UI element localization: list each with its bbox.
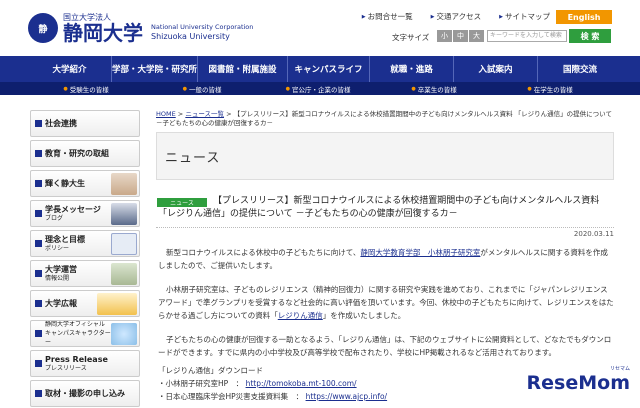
font-size-label: 文字サイズ [392, 33, 430, 42]
logo-emblem: 静 [28, 13, 58, 43]
breadcrumb-home[interactable]: HOME [156, 110, 176, 118]
sidebar-item-label: Press Release [45, 354, 108, 364]
breadcrumb-separator: > [175, 110, 186, 118]
nav-item-library[interactable]: 図書館・附属施設 [198, 56, 288, 82]
bullet-icon [35, 210, 42, 217]
audience-alumni[interactable]: 卒業生の皆様 [376, 82, 492, 95]
site-header: 静 国立大学法人 静岡大学 National University Corpor… [0, 0, 640, 52]
sidebar-item-label: 輝く静大生 [45, 179, 85, 188]
ajcp-url-link[interactable]: https://www.ajcp.info/ [306, 392, 388, 401]
divider [156, 227, 614, 228]
sidebar-item-education[interactable]: 教育・研究の取組 [30, 140, 140, 167]
watermark-sub: リセマム [609, 366, 630, 372]
lab-url-link[interactable]: http://tomokoba.mt-100.com/ [246, 379, 357, 388]
sidebar-item-sublabel: プレスリリース [45, 364, 87, 372]
paragraph-text: 」を作成いたしました。 [322, 311, 406, 320]
article-paragraph-1: 新型コロナウイルスによる休校中の子どもたちに向けて、静岡大学教育学部 小林朋子研… [158, 246, 614, 272]
sidebar-item-disclosure[interactable]: 大学運営 情報公開 [30, 260, 140, 287]
student-photo [111, 173, 137, 195]
article-date: 2020.03.11 [573, 230, 614, 238]
category-badge: ニュース [157, 198, 207, 207]
sidebar-item-sublabel: ポリシー [45, 244, 70, 252]
sidebar-item-mascot[interactable]: 静岡大学オフィシャル キャンパスキャラクター しずっぴー [30, 320, 140, 347]
access-link[interactable]: 交通アクセス [431, 11, 482, 22]
sidebar-item-social[interactable]: 社会連携 [30, 110, 140, 137]
sidebar-item-label: 学長メッセージ [45, 204, 101, 214]
audience-general[interactable]: 一般の皆様 [144, 82, 260, 95]
english-button[interactable]: English [556, 10, 612, 24]
building-photo [111, 263, 137, 285]
bullet-icon [35, 330, 42, 337]
sidebar-item-press-release[interactable]: Press Release プレスリリース [30, 350, 140, 377]
resilin-link[interactable]: レジりん通信 [278, 311, 323, 320]
bullet-icon [35, 390, 42, 397]
bullet-icon [35, 240, 42, 247]
breadcrumb-news[interactable]: ニュース一覧 [185, 110, 224, 118]
contact-link[interactable]: お問合せ一覧 [362, 11, 413, 22]
logo-en-name: Shizuoka University [151, 32, 230, 41]
bullet-icon [35, 120, 42, 127]
president-photo [111, 203, 137, 225]
sidebar-item-label: 大学広報 [45, 299, 77, 308]
audience-prospective[interactable]: 受験生の皆様 [28, 82, 144, 95]
sidebar-item-label: 取材・撮影の申し込み [45, 389, 125, 398]
nav-item-career[interactable]: 就職・進路 [370, 56, 454, 82]
bullet-icon [35, 360, 42, 367]
audience-business[interactable]: 官公庁・企業の皆様 [260, 82, 376, 95]
font-size-small-button[interactable]: 小 [437, 30, 452, 42]
sidebar-item-label: 大学運営 [45, 264, 77, 274]
bullet-icon [35, 270, 42, 277]
sidebar-item-president-blog[interactable]: 学長メッセージ ブログ [30, 200, 140, 227]
download-label: ・日本心理臨床学会HP災害支援資料集 ： [158, 392, 304, 401]
article-paragraph-3: 子どもたちの心の健康が回復する一助となるよう、「レジりん通信」は、下記のウェブサ… [158, 333, 614, 359]
mascot-image [111, 323, 137, 345]
font-size-large-button[interactable]: 大 [469, 30, 484, 42]
sidebar-item-media[interactable]: 取材・撮影の申し込み [30, 380, 140, 407]
bullet-icon [35, 180, 42, 187]
bullet-icon [35, 150, 42, 157]
sidebar-item-sublabel: 情報公開 [45, 274, 70, 282]
page-title-box: ニュース [156, 132, 614, 180]
university-logo[interactable]: 静 国立大学法人 静岡大学 National University Corpor… [28, 12, 253, 44]
paragraph-text: 子どもたちの心の健康が回復する一助となるよう、「レジりん通信」は、下記のウェブサ… [158, 335, 612, 357]
resemom-watermark: ReseMom リセマム [526, 366, 630, 394]
bullet-icon [35, 300, 42, 307]
nav-item-about[interactable]: 大学紹介 [28, 56, 112, 82]
policy-emblem [111, 233, 137, 255]
font-size-medium-button[interactable]: 中 [453, 30, 468, 42]
nav-item-international[interactable]: 国際交流 [538, 56, 622, 82]
logo-university-name: 静岡大学 [63, 20, 143, 45]
sidebar-item-sublabel: ブログ [45, 214, 64, 222]
lab-link[interactable]: 静岡大学教育学部 小林朋子研究室 [360, 248, 480, 257]
sidebar-item-label: 教育・研究の取組 [45, 149, 109, 158]
breadcrumb: HOME > ニュース一覧 > 【プレスリリース】新型コロナウイルスによる休校措… [156, 110, 616, 128]
logo-en-corporation: National University Corporation [151, 23, 254, 31]
page-title: ニュース [165, 150, 221, 166]
sidebar: 社会連携 教育・研究の取組 輝く静大生 学長メッセージ ブログ 理念と目標 ポリシー… [30, 110, 140, 408]
breadcrumb-separator: > [224, 110, 234, 118]
nav-item-faculties[interactable]: 学部・大学院・研究所 [112, 56, 198, 82]
nav-item-admissions[interactable]: 入試案内 [454, 56, 538, 82]
main-nav: 大学紹介 学部・大学院・研究所 図書館・附属施設 キャンパスライフ 就職・進路 … [0, 56, 640, 82]
download-label: ・小林朋子研究室HP ： [158, 379, 244, 388]
sidebar-item-pr[interactable]: 大学広報 [30, 290, 140, 317]
success-banner [97, 293, 137, 315]
search-button[interactable]: 検 索 [569, 29, 611, 43]
watermark-text: ReseMom [526, 372, 630, 394]
top-links: お問合せ一覧 交通アクセス サイトマップ [362, 11, 550, 22]
sidebar-item-policy[interactable]: 理念と目標 ポリシー [30, 230, 140, 257]
article-paragraph-2: 小林朋子研究室は、子どものレジリエンス（精神的回復力）に関する研究や実践を進めて… [158, 283, 614, 322]
sitemap-link[interactable]: サイトマップ [499, 11, 550, 22]
sidebar-item-label: 理念と目標 [45, 234, 85, 244]
audience-nav: 受験生の皆様 一般の皆様 官公庁・企業の皆様 卒業生の皆様 在学生の皆様 [0, 82, 640, 95]
nav-item-campus-life[interactable]: キャンパスライフ [288, 56, 370, 82]
paragraph-text: 新型コロナウイルスによる休校中の子どもたちに向けて、 [166, 248, 361, 257]
audience-students[interactable]: 在学生の皆様 [492, 82, 608, 95]
article-title: 【プレスリリース】新型コロナウイルスによる休校措置期間中の子ども向けメンタルヘル… [158, 196, 600, 219]
search-input[interactable]: キーワードを入力して検索 [487, 30, 567, 42]
sidebar-item-label: 社会連携 [45, 119, 77, 128]
sidebar-item-students[interactable]: 輝く静大生 [30, 170, 140, 197]
